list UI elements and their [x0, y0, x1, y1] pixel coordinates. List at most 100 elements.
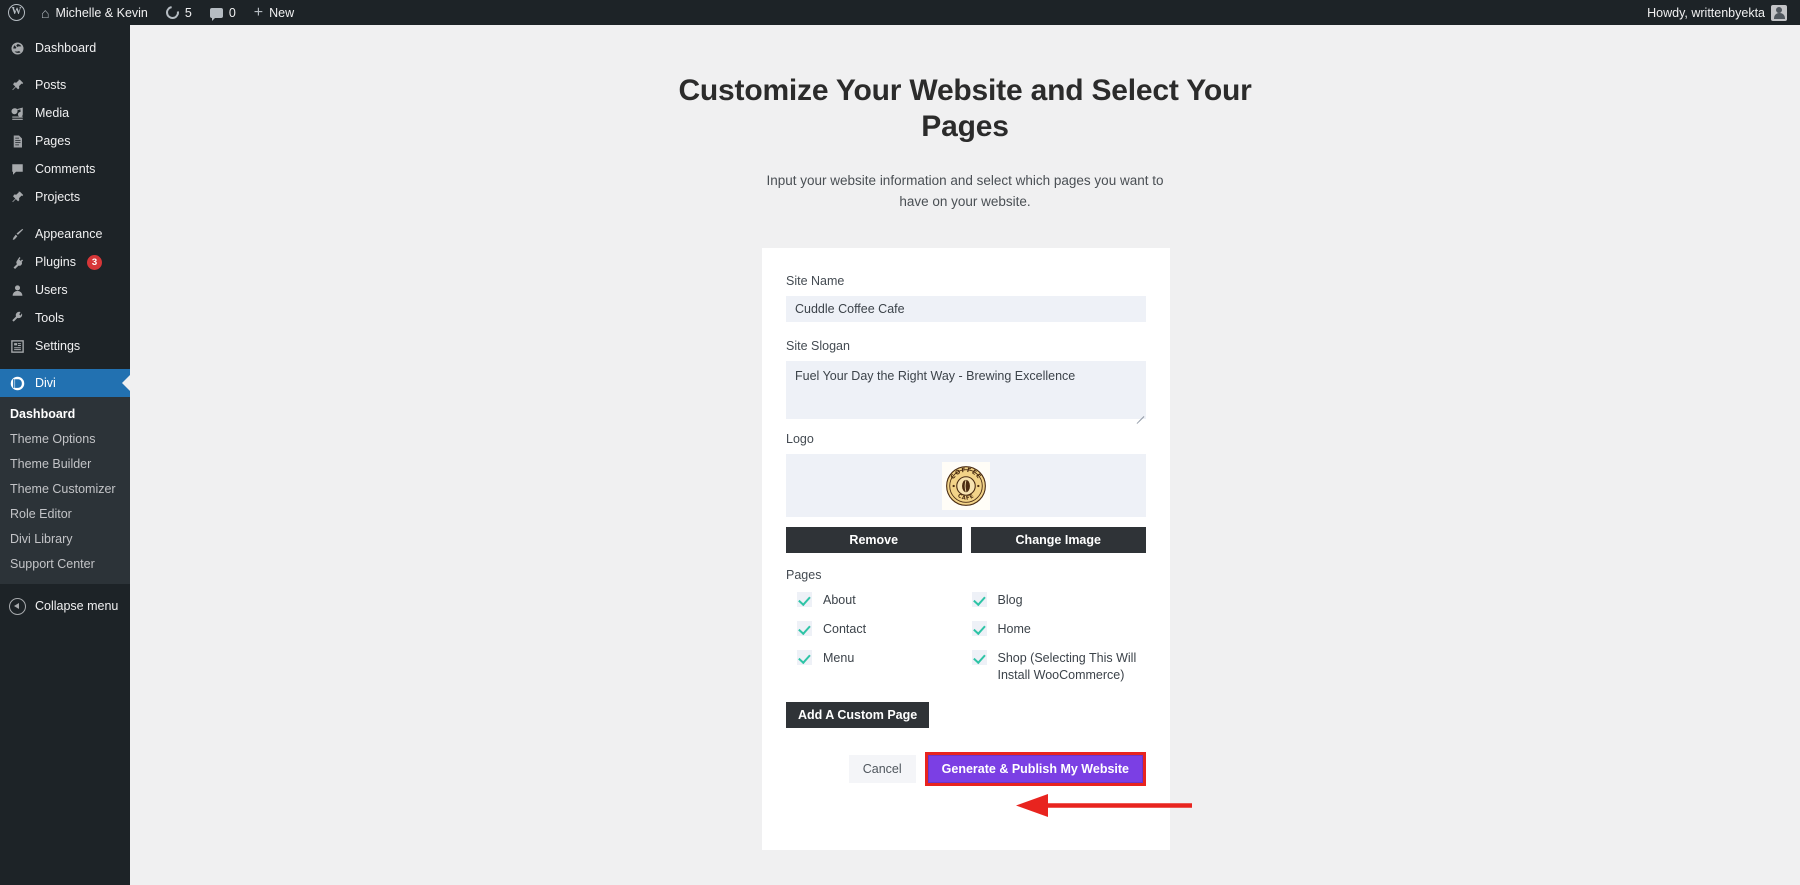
submenu-item-theme-customizer[interactable]: Theme Customizer — [0, 477, 130, 502]
site-name-input[interactable] — [786, 296, 1146, 322]
my-account-menu[interactable]: Howdy, writtenbyekta — [1638, 0, 1800, 25]
divi-submenu: Dashboard Theme Options Theme Builder Theme… — [0, 397, 130, 584]
sidebar-item-label-divi: Divi — [35, 376, 56, 390]
sidebar-item-pages[interactable]: Pages — [0, 127, 130, 155]
pages-label: Pages — [786, 568, 822, 582]
sidebar-item-label: Projects — [35, 190, 81, 204]
page-checkbox-label: Shop (Selecting This Will Install WooCom… — [997, 651, 1137, 682]
site-name-menu[interactable]: ⌂ Michelle & Kevin — [32, 0, 157, 25]
plugins-plug-icon — [9, 254, 26, 271]
collapse-arrow-icon — [9, 597, 26, 615]
sidebar-item-dashboard[interactable]: Dashboard — [0, 34, 130, 62]
home-icon: ⌂ — [41, 4, 50, 21]
new-label: New — [269, 5, 295, 20]
pages-icon — [9, 133, 26, 150]
comments-count: 0 — [228, 5, 236, 20]
logo-label: Logo — [786, 432, 814, 446]
add-custom-page-button[interactable]: Add A Custom Page — [786, 702, 930, 728]
site-slogan-field-group: Site Slogan — [786, 339, 1146, 424]
sidebar-item-appearance[interactable]: Appearance — [0, 220, 130, 248]
sidebar-item-label: Pages — [35, 134, 71, 148]
plus-icon: + — [253, 3, 264, 21]
tools-wrench-icon — [9, 310, 26, 327]
howdy-label: Howdy, writtenbyekta — [1647, 5, 1765, 20]
sidebar-item-divi[interactable]: Divi — [0, 369, 130, 397]
submenu-item-support-center[interactable]: Support Center — [0, 552, 130, 577]
submenu-item-role-editor[interactable]: Role Editor — [0, 502, 130, 527]
new-content-menu[interactable]: + New — [245, 0, 303, 25]
wordpress-logo-icon — [8, 4, 25, 21]
comments-menu[interactable]: 0 — [201, 0, 245, 25]
generate-button-highlight: Generate & Publish My Website — [924, 752, 1146, 786]
sidebar-item-settings[interactable]: Settings — [0, 332, 130, 360]
main-content: Customize Your Website and Select Your P… — [130, 25, 1800, 885]
checkbox-checked-icon[interactable] — [971, 621, 987, 636]
projects-pin-icon — [9, 189, 26, 206]
page-checkbox-row[interactable]: Menu — [797, 650, 972, 684]
updates-icon — [163, 3, 182, 22]
site-slogan-textarea[interactable] — [786, 361, 1146, 419]
appearance-brush-icon — [9, 226, 26, 243]
sidebar-item-tools[interactable]: Tools — [0, 304, 130, 332]
admin-sidebar: Dashboard Posts Media Pages Comments Projects… — [0, 25, 130, 885]
checkbox-checked-icon[interactable] — [797, 621, 812, 636]
site-name-label: Michelle & Kevin — [55, 5, 148, 20]
media-icon — [9, 105, 26, 122]
checkbox-checked-icon[interactable] — [971, 592, 987, 607]
generate-publish-button[interactable]: Generate & Publish My Website — [927, 755, 1143, 783]
page-checkbox-label: Blog — [997, 593, 1023, 607]
checkbox-checked-icon[interactable] — [971, 650, 987, 665]
page-checkbox-row[interactable]: Home — [971, 621, 1147, 638]
submenu-item-theme-options[interactable]: Theme Options — [0, 427, 130, 452]
collapse-menu-label: Collapse menu — [35, 599, 119, 613]
checkbox-checked-icon[interactable] — [797, 650, 812, 665]
settings-sliders-icon — [9, 338, 26, 355]
sidebar-item-label: Posts — [35, 78, 67, 92]
sidebar-item-label: Settings — [35, 339, 81, 353]
updates-menu[interactable]: 5 — [157, 0, 201, 25]
sidebar-item-plugins[interactable]: Plugins 3 — [0, 248, 130, 276]
page-checkbox-row[interactable]: Contact — [797, 621, 972, 638]
card-footer-actions: Cancel Generate & Publish My Website — [786, 752, 1146, 786]
page-checkbox-row[interactable]: Blog — [971, 592, 1147, 609]
page-checkbox-row[interactable]: About — [797, 592, 972, 609]
comment-bubble-icon — [209, 7, 223, 21]
admin-bar: ⌂ Michelle & Kevin 5 0 + New Howdy, writ… — [0, 0, 1800, 25]
page-title: Customize Your Website and Select Your P… — [678, 74, 1252, 143]
sidebar-item-label: Users — [35, 283, 68, 297]
site-slogan-label: Site Slogan — [786, 339, 850, 353]
collapse-menu-button[interactable]: Collapse menu — [0, 592, 130, 620]
updates-count: 5 — [184, 5, 192, 20]
change-image-button[interactable]: Change Image — [970, 527, 1146, 553]
page-checkbox-label: Menu — [823, 651, 855, 665]
sidebar-badge-count: 3 — [87, 254, 102, 270]
pages-checkbox-grid: About Blog Contact Home Menu Shop (Selecting … — [786, 592, 1146, 684]
avatar — [1771, 4, 1787, 21]
page-checkbox-label: Home — [997, 622, 1031, 636]
checkbox-checked-icon[interactable] — [797, 592, 812, 607]
sidebar-item-users[interactable]: Users — [0, 276, 130, 304]
remove-logo-button[interactable]: Remove — [786, 527, 962, 553]
sidebar-item-label: Media — [35, 106, 70, 120]
cancel-button[interactable]: Cancel — [848, 755, 916, 783]
site-name-field-group: Site Name — [786, 274, 1146, 322]
posts-pin-icon — [9, 77, 26, 94]
setup-card: Site Name Site Slogan Logo — [762, 248, 1170, 850]
logo-image: COFFEE CAFE — [942, 461, 990, 510]
logo-preview-box: COFFEE CAFE — [786, 454, 1146, 517]
users-icon — [9, 282, 26, 299]
sidebar-item-posts[interactable]: Posts — [0, 71, 130, 99]
dashboard-icon — [9, 40, 26, 57]
divi-logo-icon — [9, 375, 26, 392]
submenu-item-theme-builder[interactable]: Theme Builder — [0, 452, 130, 477]
page-subtitle: Input your website information and selec… — [766, 173, 1164, 209]
submenu-item-dashboard[interactable]: Dashboard — [0, 402, 130, 427]
sidebar-item-comments[interactable]: Comments — [0, 155, 130, 183]
sidebar-item-media[interactable]: Media — [0, 99, 130, 127]
wp-logo-menu[interactable] — [0, 0, 32, 25]
sidebar-item-label: Comments — [35, 162, 96, 176]
page-checkbox-row[interactable]: Shop (Selecting This Will Install WooCom… — [971, 650, 1147, 684]
submenu-item-divi-library[interactable]: Divi Library — [0, 527, 130, 552]
sidebar-item-projects[interactable]: Projects — [0, 183, 130, 211]
sidebar-item-label: Tools — [35, 311, 65, 325]
